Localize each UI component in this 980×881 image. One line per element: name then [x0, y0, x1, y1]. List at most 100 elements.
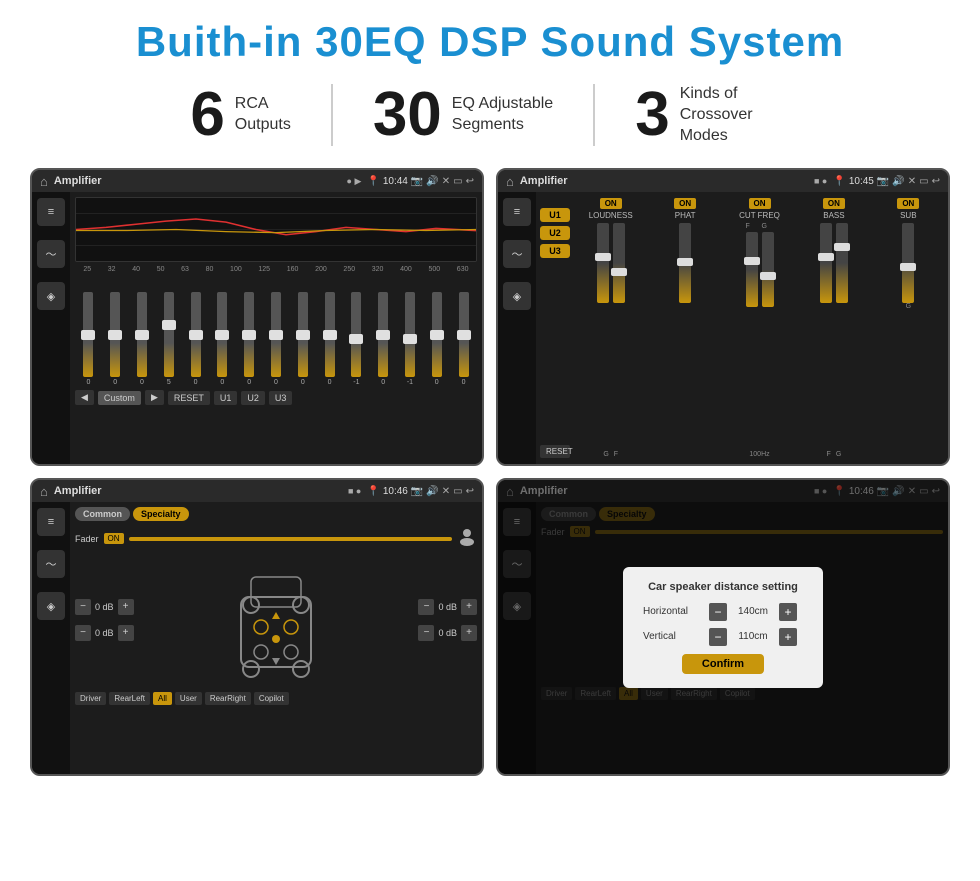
driver-btn[interactable]: Driver: [75, 692, 106, 705]
vertical-plus-btn[interactable]: +: [779, 628, 797, 646]
db2-value: 0 dB: [95, 628, 114, 638]
eq-status-icons: 📍 10:44 📷 🔊 ✕ ▭ ↩: [367, 176, 474, 187]
bass-label: BASS: [823, 211, 844, 220]
db4-plus[interactable]: +: [461, 625, 477, 641]
stat-eq-text: EQ AdjustableSegments: [452, 94, 553, 136]
fader-slider[interactable]: [129, 537, 452, 541]
eq-dot: ● ▶: [347, 176, 362, 187]
cutfreq-slider-g[interactable]: [762, 232, 774, 307]
speaker-main-area: Common Specialty Fader ON: [70, 502, 482, 774]
db1-plus[interactable]: +: [118, 599, 134, 615]
eq-slider-15: 0: [459, 292, 469, 386]
stat-crossover: 3 Kinds ofCrossover Modes: [595, 84, 829, 146]
eq-u2-btn[interactable]: U2: [241, 391, 265, 405]
eq-reset-btn[interactable]: RESET: [168, 391, 210, 405]
vertical-minus-btn[interactable]: −: [709, 628, 727, 646]
crossover-time: 10:45: [849, 176, 874, 187]
phat-slider[interactable]: [679, 223, 691, 303]
crossover-screen-card: ⌂ Amplifier ■ ● 📍 10:45 📷 🔊 ✕ ▭ ↩ ≡ 〜 ◈: [496, 168, 950, 466]
db2-plus[interactable]: +: [118, 625, 134, 641]
home-icon-3: ⌂: [40, 484, 48, 499]
cr-sidebar-btn2[interactable]: 〜: [503, 240, 531, 268]
horizontal-row: Horizontal − 140cm +: [643, 603, 803, 621]
cr-sidebar-btn3[interactable]: ◈: [503, 282, 531, 310]
home-icon-2: ⌂: [506, 174, 514, 189]
u1-preset-btn[interactable]: U1: [540, 208, 570, 222]
cutfreq-on[interactable]: ON: [749, 198, 771, 209]
right-db-controls: − 0 dB + − 0 dB +: [418, 599, 477, 646]
stat-rca: 6 RCAOutputs: [150, 84, 333, 146]
eq-app-title: Amplifier: [54, 175, 341, 187]
horizontal-minus-btn[interactable]: −: [709, 603, 727, 621]
stat-rca-number: 6: [190, 84, 224, 146]
u3-preset-btn[interactable]: U3: [540, 244, 570, 258]
location-icon-3: 📍: [367, 486, 379, 497]
all-btn[interactable]: All: [153, 692, 172, 705]
vertical-row: Vertical − 110cm +: [643, 628, 803, 646]
tab-common[interactable]: Common: [75, 507, 130, 521]
rear-right-btn[interactable]: RearRight: [205, 692, 251, 705]
cutfreq-label: CUT FREQ: [739, 211, 780, 220]
cutfreq-slider-f[interactable]: [746, 232, 758, 307]
eq-sidebar-btn3[interactable]: ◈: [37, 282, 65, 310]
crossover-sidebar: ≡ 〜 ◈: [498, 192, 536, 464]
sub-slider[interactable]: [902, 223, 914, 303]
sub-on[interactable]: ON: [897, 198, 919, 209]
speaker-app-title: Amplifier: [54, 485, 342, 497]
crossover-app-title: Amplifier: [520, 175, 808, 187]
sp-sidebar-btn2[interactable]: 〜: [37, 550, 65, 578]
eq-sidebar-btn2[interactable]: 〜: [37, 240, 65, 268]
eq-u3-btn[interactable]: U3: [269, 391, 293, 405]
eq-slider-9: 0: [298, 292, 308, 386]
eq-play-btn[interactable]: ▶: [145, 390, 164, 405]
speaker-bottom-labels: Driver RearLeft All User RearRight Copil…: [75, 692, 477, 705]
copilot-btn[interactable]: Copilot: [254, 692, 289, 705]
ch-bass: ON BASS FG: [798, 198, 869, 458]
eq-slider-4: 5: [164, 292, 174, 386]
db1-value: 0 dB: [95, 602, 114, 612]
sp-sidebar-btn1[interactable]: ≡: [37, 508, 65, 536]
loudness-on[interactable]: ON: [600, 198, 622, 209]
speaker-dot: ■ ●: [348, 486, 361, 496]
eq-freq-labels: 253240506380100125160200250320400500630: [75, 266, 477, 273]
eq-screen-content: ≡ 〜 ◈: [32, 192, 482, 464]
sp-sidebar-btn3[interactable]: ◈: [37, 592, 65, 620]
eq-slider-3: 0: [137, 292, 147, 386]
db4-minus[interactable]: −: [418, 625, 434, 641]
loudness-slider-g[interactable]: [597, 223, 609, 303]
cr-reset-btn[interactable]: RESET: [540, 445, 570, 458]
eq-slider-14: 0: [432, 292, 442, 386]
car-diagram: [140, 557, 413, 687]
eq-prev-btn[interactable]: ◀: [75, 390, 94, 405]
user-btn[interactable]: User: [175, 692, 202, 705]
confirm-button[interactable]: Confirm: [682, 654, 764, 674]
bass-on[interactable]: ON: [823, 198, 845, 209]
eq-bottom-bar: ◀ Custom ▶ RESET U1 U2 U3: [75, 390, 477, 405]
tab-specialty[interactable]: Specialty: [133, 507, 189, 521]
u2-preset-btn[interactable]: U2: [540, 226, 570, 240]
back-icon-2: ↩: [932, 176, 940, 187]
db3-plus[interactable]: +: [461, 599, 477, 615]
bass-slider-g[interactable]: [836, 223, 848, 303]
db1-minus[interactable]: −: [75, 599, 91, 615]
ch-phat: ON PHAT: [649, 198, 720, 458]
eq-custom-btn[interactable]: Custom: [98, 391, 141, 405]
rect-icon: ▭: [453, 176, 462, 187]
phat-on[interactable]: ON: [674, 198, 696, 209]
cam-icon-3: 📷: [411, 486, 423, 497]
horizontal-plus-btn[interactable]: +: [779, 603, 797, 621]
bass-slider-f[interactable]: [820, 223, 832, 303]
db3-minus[interactable]: −: [418, 599, 434, 615]
cr-sidebar-btn1[interactable]: ≡: [503, 198, 531, 226]
rear-left-btn[interactable]: RearLeft: [109, 692, 150, 705]
eq-u1-btn[interactable]: U1: [214, 391, 238, 405]
vertical-value: 110cm: [733, 631, 773, 642]
eq-sidebar-btn1[interactable]: ≡: [37, 198, 65, 226]
speaker-status-bar: ⌂ Amplifier ■ ● 📍 10:46 📷 🔊 ✕ ▭ ↩: [32, 480, 482, 502]
loudness-slider-f[interactable]: [613, 223, 625, 303]
db2-minus[interactable]: −: [75, 625, 91, 641]
location-icon-2: 📍: [833, 176, 845, 187]
fader-on-badge[interactable]: ON: [104, 533, 124, 544]
left-db-controls: − 0 dB + − 0 dB +: [75, 599, 134, 646]
stat-rca-text: RCAOutputs: [235, 94, 291, 136]
